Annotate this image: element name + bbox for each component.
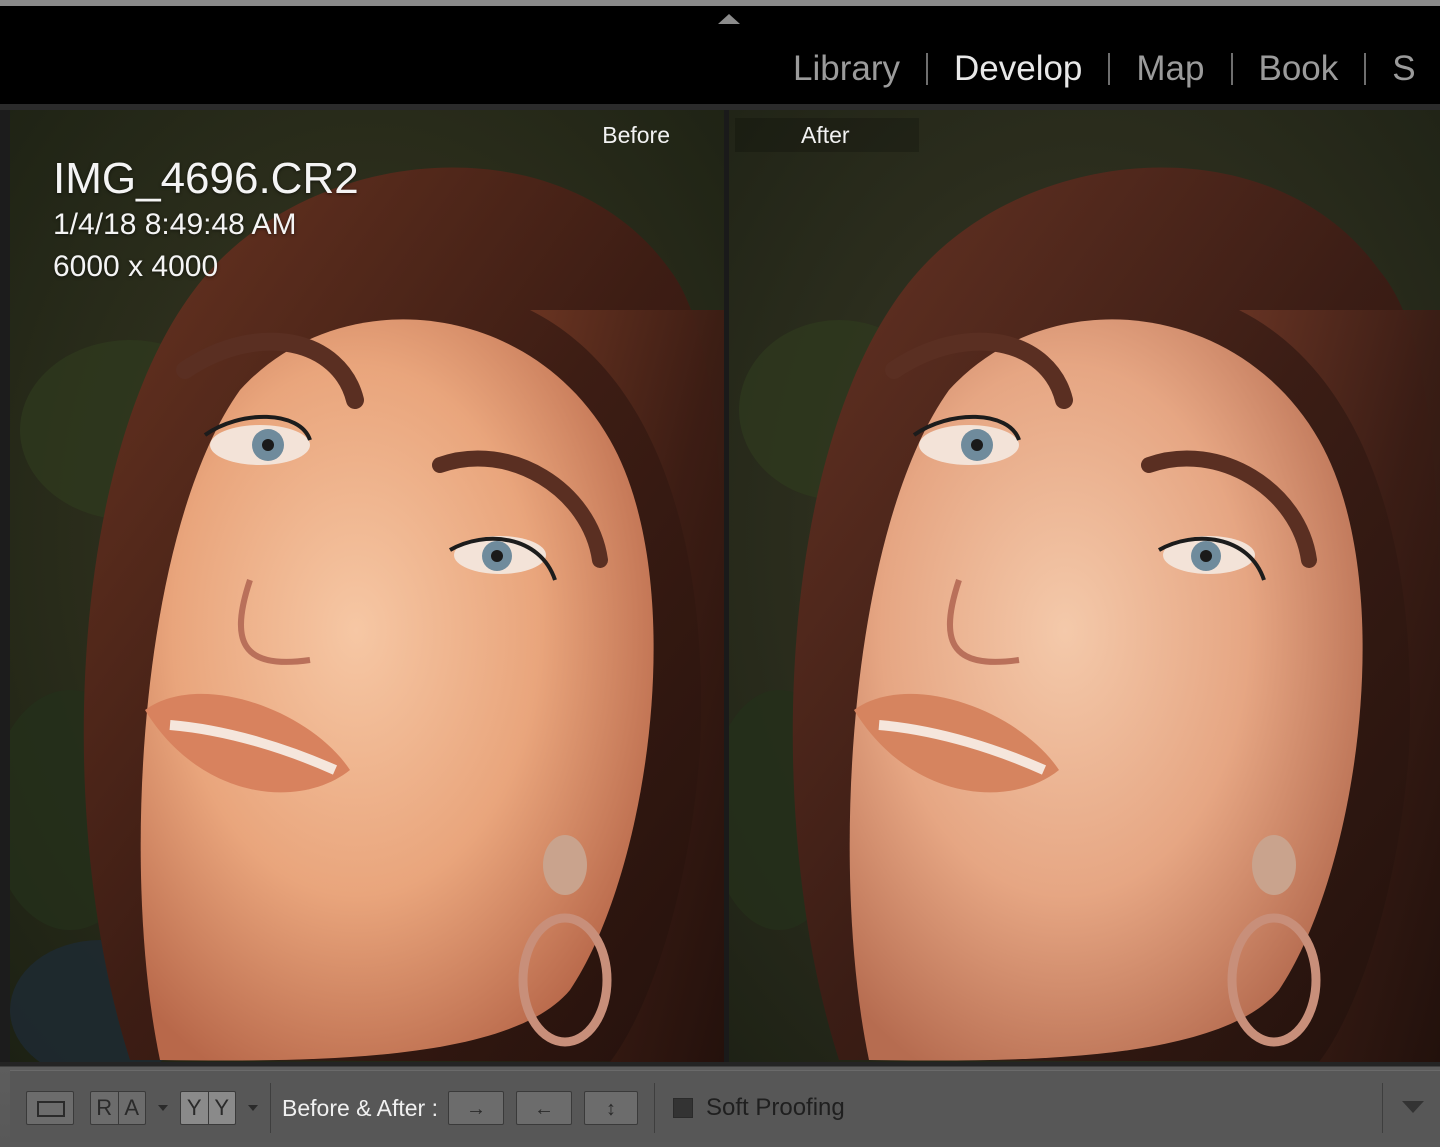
before-after-split-button[interactable]: Y Y <box>180 1091 236 1125</box>
develop-toolbar: R A Y Y Before & After : → ← ↕ Soft Proo… <box>0 1062 1440 1147</box>
module-separator <box>1230 53 1233 85</box>
module-slideshow[interactable]: S <box>1392 49 1415 89</box>
toolbar-content-menu-icon[interactable] <box>1402 1101 1424 1113</box>
module-separator <box>1364 53 1367 85</box>
module-map[interactable]: Map <box>1136 49 1204 89</box>
left-panel-gutter[interactable] <box>0 110 10 1062</box>
module-picker: Library Develop Map Book S <box>793 44 1416 94</box>
after-label: After <box>735 118 919 152</box>
module-book[interactable]: Book <box>1259 49 1339 89</box>
view-mode-dropdown-caret-icon[interactable] <box>158 1105 168 1111</box>
module-separator <box>1108 53 1111 85</box>
ra-letter-a: A <box>124 1095 140 1120</box>
swap-icon: ↕ <box>606 1098 616 1120</box>
copy-before-to-after-button[interactable]: → <box>448 1091 504 1125</box>
arrow-right-icon: → <box>466 1098 486 1120</box>
after-pane[interactable]: After <box>729 110 1440 1062</box>
after-photo <box>729 110 1440 1062</box>
before-after-label: Before & After : <box>282 1095 438 1121</box>
loupe-view-icon <box>37 1101 65 1117</box>
arrow-left-icon: ← <box>534 1098 554 1120</box>
toolbar-inner: R A Y Y Before & After : → ← ↕ Soft Proo… <box>10 1070 1440 1142</box>
before-label: Before <box>602 122 670 148</box>
toolbar-separator <box>270 1083 271 1133</box>
module-develop[interactable]: Develop <box>954 49 1082 89</box>
yy-letter-right: Y <box>214 1095 230 1120</box>
toolbar-separator <box>1382 1083 1383 1133</box>
swap-before-after-button[interactable]: ↕ <box>584 1091 638 1125</box>
toolbar-separator <box>654 1083 655 1133</box>
soft-proofing-label[interactable]: Soft Proofing <box>706 1091 845 1125</box>
split-mode-dropdown-caret-icon[interactable] <box>248 1105 258 1111</box>
photo-dimensions: 6000 x 4000 <box>53 250 219 283</box>
module-library[interactable]: Library <box>793 49 900 89</box>
copy-after-to-before-button[interactable]: ← <box>516 1091 572 1125</box>
module-separator <box>925 53 928 85</box>
photo-datetime: 1/4/18 8:49:48 AM <box>53 208 297 241</box>
yy-letter-left: Y <box>181 1092 209 1124</box>
before-after-left-right-button[interactable]: R A <box>90 1091 146 1125</box>
collapse-panel-arrow-icon[interactable] <box>718 14 740 24</box>
ra-letter-r: R <box>91 1092 119 1124</box>
loupe-view-button[interactable] <box>26 1091 74 1125</box>
photo-filename: IMG_4696.CR2 <box>53 154 359 203</box>
soft-proofing-checkbox[interactable] <box>673 1098 693 1118</box>
photo-info-overlay: IMG_4696.CR2 1/4/18 8:49:48 AM 6000 x 40… <box>53 154 359 288</box>
